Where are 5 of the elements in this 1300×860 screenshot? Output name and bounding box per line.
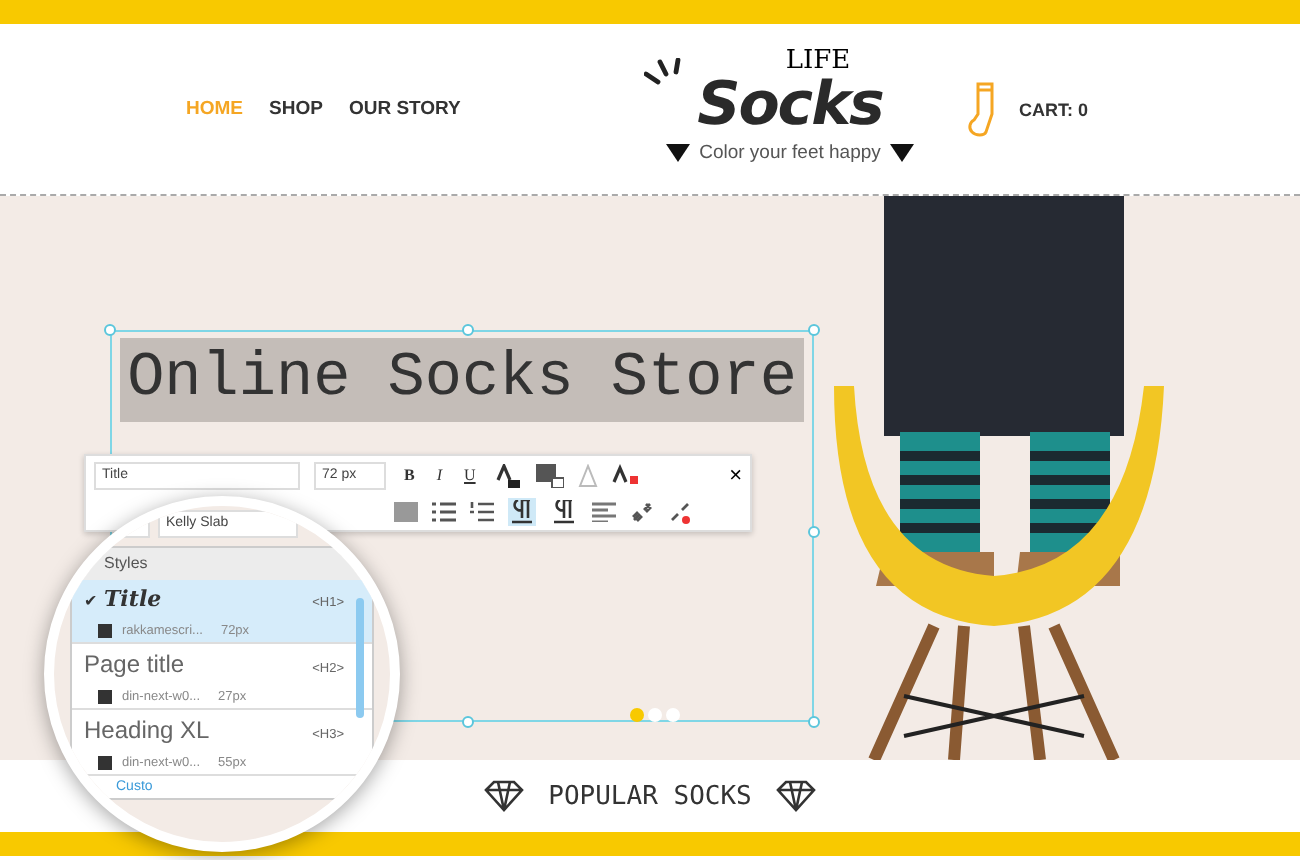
section-title: POPULAR SOCKS (548, 781, 752, 811)
logo-text: LIFE (785, 45, 851, 75)
logo-wordmark: Socks (697, 75, 883, 135)
tagline: Color your feet happy (699, 141, 881, 163)
checkmark-icon: ✔ (84, 592, 98, 610)
